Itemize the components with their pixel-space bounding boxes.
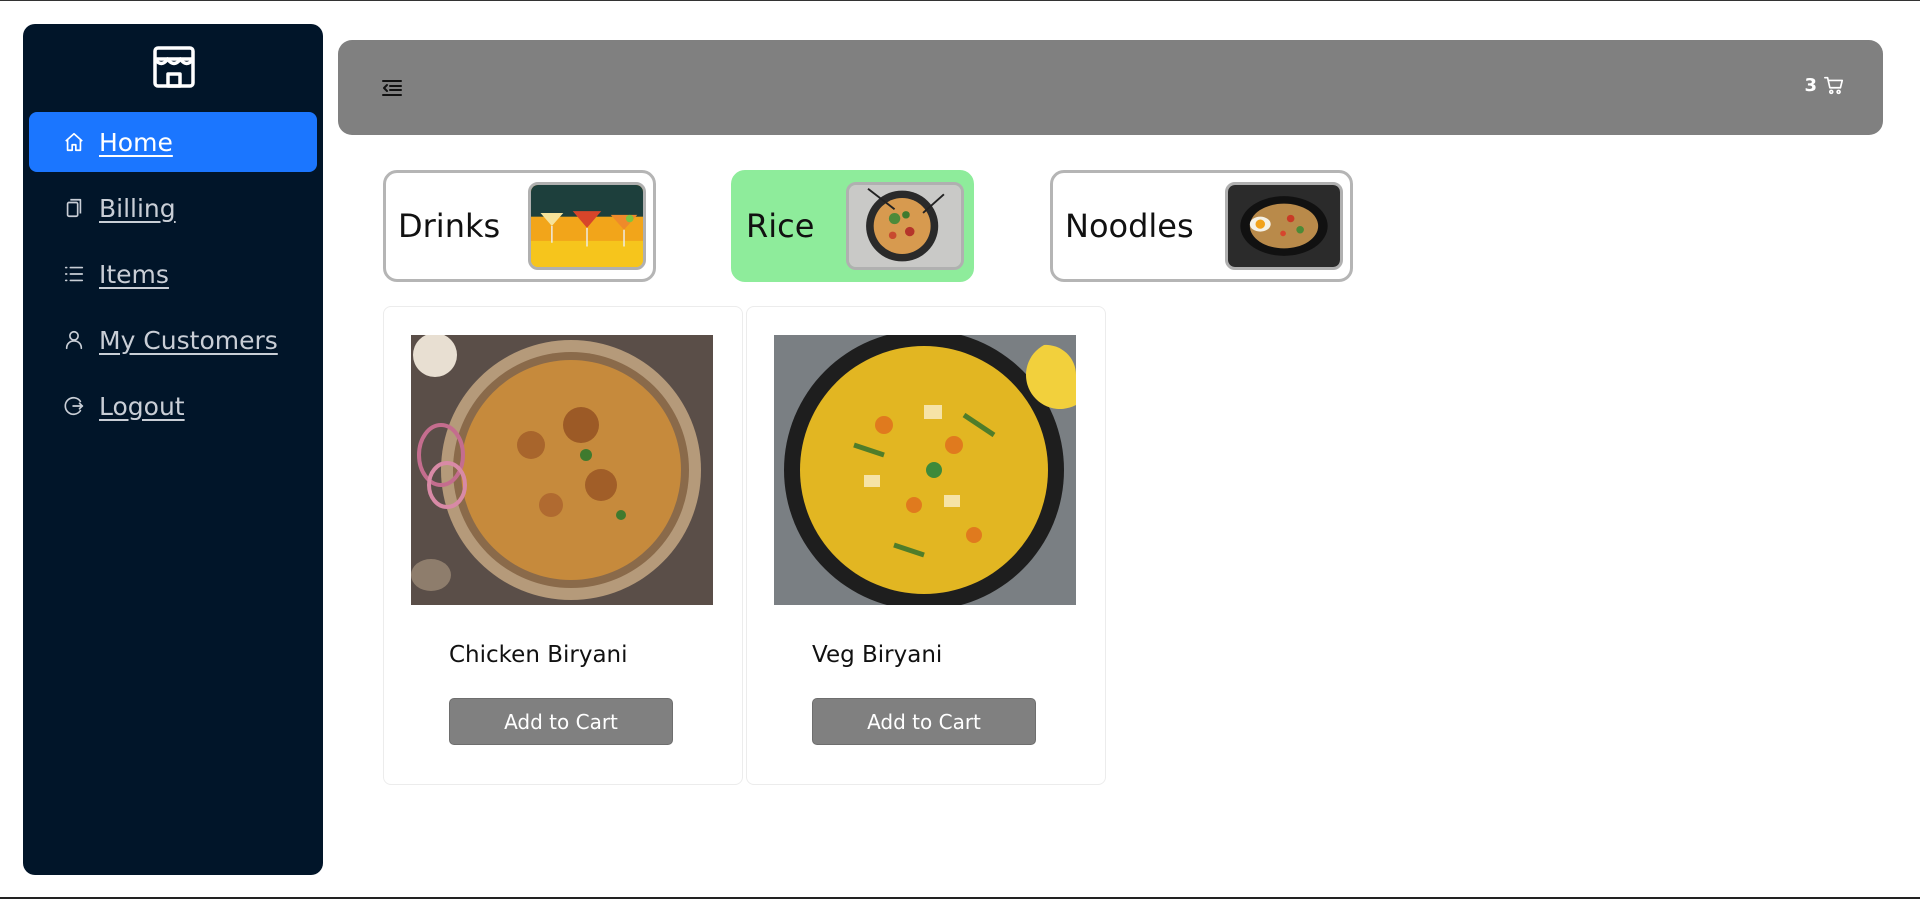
home-icon xyxy=(63,131,85,153)
sidebar-item-label: Home xyxy=(99,127,173,157)
sidebar-item-label: Billing xyxy=(99,193,176,223)
sidebar-item-logout[interactable]: Logout xyxy=(29,376,317,436)
category-label: Drinks xyxy=(398,207,501,245)
sidebar-item-items[interactable]: Items xyxy=(29,244,317,304)
store-icon[interactable] xyxy=(151,44,197,90)
cart-count: 3 xyxy=(1804,74,1817,96)
product-card-veg-biryani: Veg Biryani Add to Cart xyxy=(746,306,1106,785)
user-icon xyxy=(63,329,85,351)
add-to-cart-button[interactable]: Add to Cart xyxy=(449,698,673,745)
cart-icon xyxy=(1823,74,1845,96)
sidebar-item-label: Items xyxy=(99,259,169,289)
category-label: Rice xyxy=(746,207,815,245)
product-name: Chicken Biryani xyxy=(449,642,628,668)
sidebar-item-billing[interactable]: Billing xyxy=(29,178,317,238)
cart-button[interactable]: 3 xyxy=(1804,74,1845,96)
sidebar-item-home[interactable]: Home xyxy=(29,112,317,172)
veg-biryani-image xyxy=(774,335,1076,605)
noodles-image xyxy=(1225,182,1343,270)
sidebar-item-label: My Customers xyxy=(99,325,278,355)
category-drinks[interactable]: Drinks xyxy=(383,170,656,282)
category-noodles[interactable]: Noodles xyxy=(1050,170,1353,282)
cocktails-image xyxy=(528,182,646,270)
clipboard-icon xyxy=(63,197,85,219)
list-icon xyxy=(63,263,85,285)
add-to-cart-button[interactable]: Add to Cart xyxy=(812,698,1036,745)
category-label: Noodles xyxy=(1065,207,1194,245)
logout-icon xyxy=(63,395,85,417)
product-card-chicken-biryani: Chicken Biryani Add to Cart xyxy=(383,306,743,785)
product-name: Veg Biryani xyxy=(812,642,943,668)
sidebar: Home Billing Items My Customers Logout xyxy=(23,24,323,875)
sidebar-item-label: Logout xyxy=(99,391,185,421)
menu-fold-icon[interactable] xyxy=(380,76,404,100)
category-rice[interactable]: Rice xyxy=(731,170,974,282)
sidebar-item-my-customers[interactable]: My Customers xyxy=(29,310,317,370)
fried-rice-image xyxy=(846,182,964,270)
top-header: 3 xyxy=(338,40,1883,135)
chicken-biryani-image xyxy=(411,335,713,605)
